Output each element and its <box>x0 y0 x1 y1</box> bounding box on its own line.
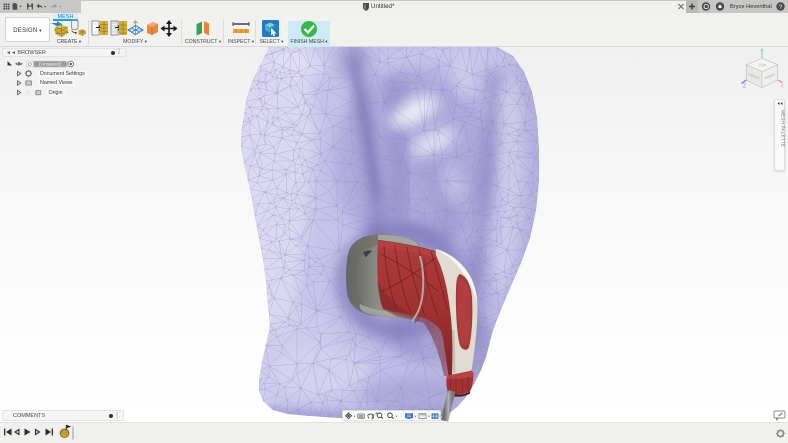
svg-text:Z: Z <box>743 84 746 90</box>
svg-text:MESH PALETTE: MESH PALETTE <box>781 110 786 147</box>
svg-text:X: X <box>781 84 785 90</box>
svg-text:TOP: TOP <box>759 63 767 68</box>
svg-text:?: ? <box>779 4 783 11</box>
svg-text:(Unsaved): (Unsaved) <box>39 62 62 68</box>
